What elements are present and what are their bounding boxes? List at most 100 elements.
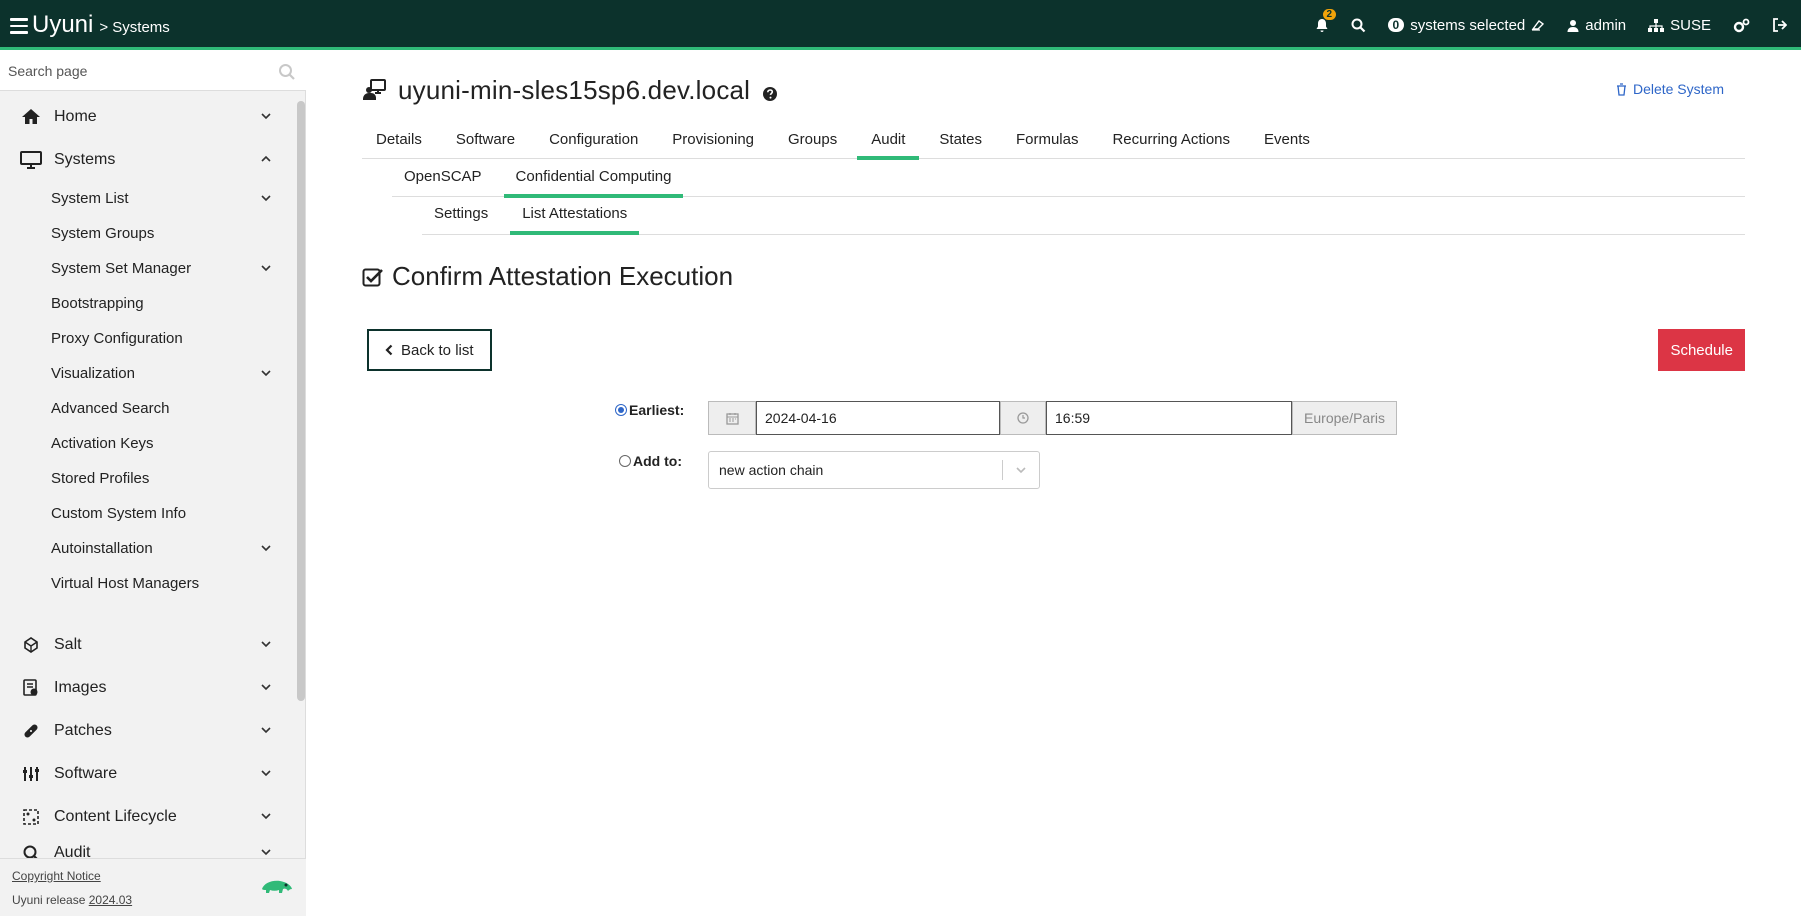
sidebar-subitem-system-set-manager[interactable]: System Set Manager [0, 251, 298, 286]
time-input[interactable]: 16:59 [1046, 401, 1292, 435]
breadcrumb[interactable]: > Systems [99, 19, 169, 36]
help-icon[interactable] [762, 86, 778, 102]
clock-button[interactable] [1000, 401, 1046, 435]
user-menu[interactable]: admin [1567, 17, 1626, 34]
tab-settings[interactable]: Settings [422, 197, 500, 234]
sidebar-item-patches[interactable]: Patches [0, 709, 298, 752]
sidebar-subitem-stored-profiles[interactable]: Stored Profiles [0, 461, 298, 496]
bell-icon [1316, 18, 1328, 32]
calendar-button[interactable] [708, 401, 756, 435]
logout-button[interactable] [1772, 18, 1787, 32]
sidebar-item-salt[interactable]: Salt [0, 623, 298, 666]
sidebar-item-systems[interactable]: Systems [0, 138, 298, 181]
back-to-list-button[interactable]: Back to list [367, 329, 492, 371]
sidebar-item-audit[interactable]: Audit [0, 838, 298, 858]
tab-formulas[interactable]: Formulas [1002, 123, 1093, 159]
chevron-down-icon[interactable] [260, 846, 272, 858]
systems-selected[interactable]: 0 systems selected [1387, 17, 1546, 34]
sidebar-item-label: Images [54, 678, 107, 696]
menu-icon[interactable] [10, 18, 28, 34]
sidebar-subitem-autoinstallation[interactable]: Autoinstallation [0, 531, 298, 566]
eraser-icon[interactable] [1531, 19, 1545, 31]
tab-states[interactable]: States [925, 123, 996, 159]
tab-groups[interactable]: Groups [774, 123, 851, 159]
sidebar-subitem-activation-keys[interactable]: Activation Keys [0, 426, 298, 461]
section-header: Confirm Attestation Execution [362, 261, 733, 292]
sidebar-item-home[interactable]: Home [0, 95, 298, 138]
addto-option[interactable]: Add to: [619, 453, 682, 469]
monitor-icon [20, 150, 42, 169]
tab-software[interactable]: Software [442, 123, 529, 159]
sidebar-subitem-proxy-configuration[interactable]: Proxy Configuration [0, 321, 298, 356]
tab-provisioning[interactable]: Provisioning [658, 123, 768, 159]
search-button[interactable] [1351, 18, 1366, 33]
action-chain-value: new action chain [719, 462, 824, 478]
chevron-down-icon[interactable] [260, 681, 272, 693]
sidebar-item-content-lifecycle[interactable]: Content Lifecycle [0, 795, 298, 838]
timezone-label: Europe/Paris [1292, 401, 1397, 435]
tab-audit[interactable]: Audit [857, 123, 920, 160]
notifications-button[interactable]: 2 [1315, 8, 1337, 33]
chevron-down-icon[interactable] [260, 810, 272, 822]
sidebar-subitem-label: Activation Keys [51, 435, 154, 452]
tab-events[interactable]: Events [1250, 123, 1324, 159]
chevron-down-icon[interactable] [260, 767, 272, 779]
confidential-computing-subtabs: Settings List Attestations [422, 197, 1745, 235]
sidebar-footer: Copyright Notice Uyuni release 2024.03 [0, 858, 306, 916]
sidebar-item-label: Audit [54, 844, 91, 858]
release-version-link[interactable]: 2024.03 [89, 893, 132, 907]
notification-badge: 2 [1322, 8, 1337, 20]
delete-system-link[interactable]: Delete System [1616, 81, 1724, 97]
chevron-down-icon[interactable] [260, 724, 272, 736]
software-icon [20, 765, 42, 783]
chevron-down-icon[interactable] [260, 542, 272, 554]
chevron-down-icon[interactable] [260, 262, 272, 274]
sidebar-subitem-label: Stored Profiles [51, 470, 150, 487]
sidebar-nav: Home Systems System List System Groups S… [0, 95, 298, 858]
tab-details[interactable]: Details [362, 123, 436, 159]
salt-icon [20, 636, 42, 654]
tab-list-attestations[interactable]: List Attestations [510, 197, 640, 235]
sidebar-subitem-virtual-host-managers[interactable]: Virtual Host Managers [0, 566, 298, 601]
date-input[interactable]: 2024-04-16 [756, 401, 1000, 435]
sidebar-subitem-system-groups[interactable]: System Groups [0, 216, 298, 251]
sidebar-subitem-custom-system-info[interactable]: Custom System Info [0, 496, 298, 531]
brand-name[interactable]: Uyuni [32, 11, 93, 39]
sidebar-item-software[interactable]: Software [0, 752, 298, 795]
org-menu[interactable]: SUSE [1648, 17, 1711, 34]
sidebar-search-input[interactable] [0, 53, 260, 89]
top-header: Uyuni > Systems 2 0 systems selected adm… [0, 0, 1801, 50]
sidebar-subitem-label: System Groups [51, 225, 155, 242]
action-chain-select[interactable]: new action chain [708, 451, 1040, 489]
sidebar-subitem-bootstrapping[interactable]: Bootstrapping [0, 286, 298, 321]
sidebar-item-images[interactable]: Images [0, 666, 298, 709]
chevron-down-icon[interactable] [260, 192, 272, 204]
tab-openscap[interactable]: OpenSCAP [392, 160, 494, 197]
chevron-down-icon[interactable] [260, 110, 272, 122]
chevron-up-icon[interactable] [260, 153, 272, 165]
delete-system-label: Delete System [1632, 81, 1724, 97]
sidebar-subitem-label: Advanced Search [51, 400, 170, 417]
search-icon [1351, 18, 1365, 32]
sidebar-scrollbar[interactable] [297, 101, 305, 701]
chevron-down-icon[interactable] [1003, 464, 1039, 476]
earliest-option[interactable]: Earliest: [615, 402, 684, 418]
tab-confidential-computing[interactable]: Confidential Computing [503, 160, 684, 198]
preferences-button[interactable] [1733, 18, 1750, 33]
chevron-down-icon[interactable] [260, 367, 272, 379]
sitemap-icon [1648, 18, 1665, 32]
tab-recurring-actions[interactable]: Recurring Actions [1098, 123, 1244, 159]
schedule-button[interactable]: Schedule [1658, 329, 1745, 371]
sidebar-item-label: Patches [54, 721, 112, 739]
sidebar-subitem-advanced-search[interactable]: Advanced Search [0, 391, 298, 426]
system-header: uyuni-min-sles15sp6.dev.local [362, 75, 778, 106]
copyright-link[interactable]: Copyright Notice [12, 869, 101, 883]
images-icon [20, 678, 42, 697]
chevron-down-icon[interactable] [260, 638, 272, 650]
sidebar-subitem-system-list[interactable]: System List [0, 181, 298, 216]
addto-radio[interactable] [619, 455, 631, 467]
tab-configuration[interactable]: Configuration [535, 123, 652, 159]
earliest-radio[interactable] [615, 404, 627, 416]
sidebar-subitem-visualization[interactable]: Visualization [0, 356, 298, 391]
search-icon[interactable] [278, 63, 296, 81]
